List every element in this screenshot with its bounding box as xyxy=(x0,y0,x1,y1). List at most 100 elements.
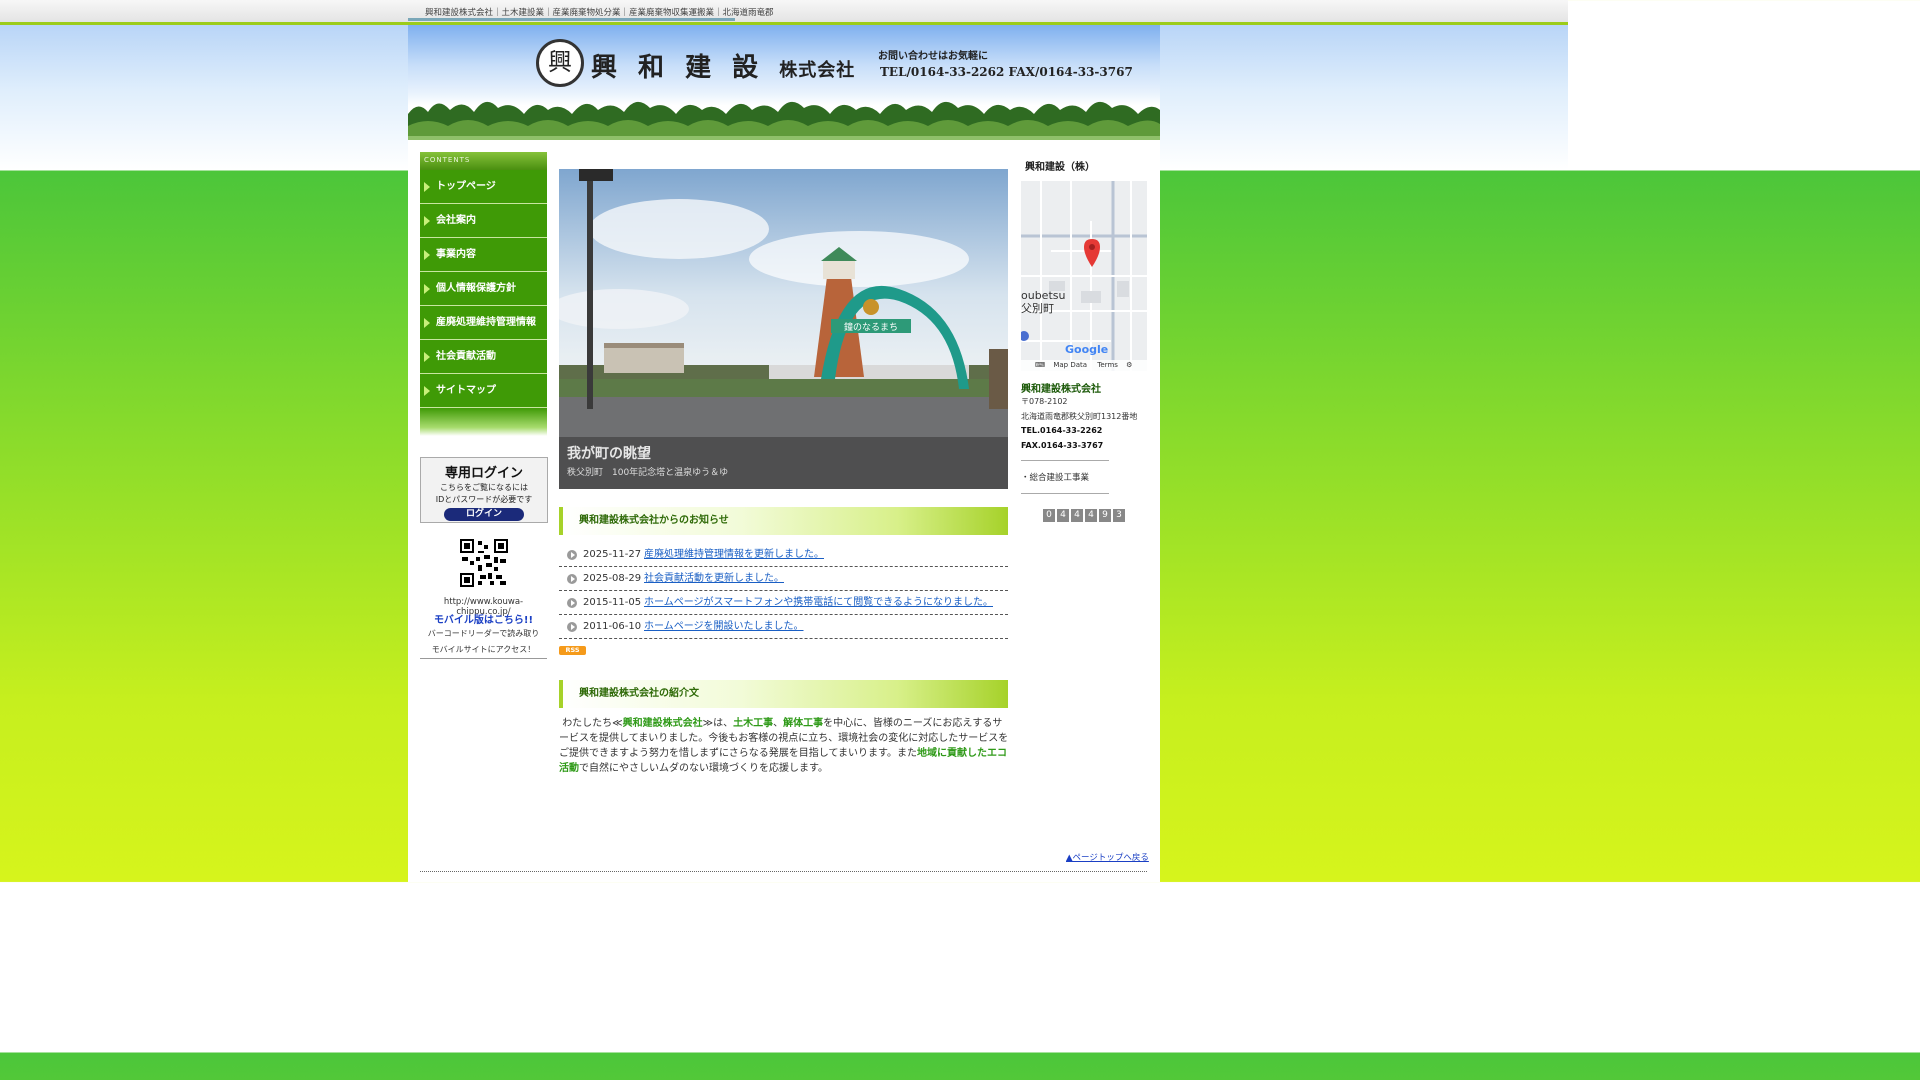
intro-company: 興和建設株式会社 xyxy=(622,718,703,729)
news-link[interactable]: 産廃処理維持管理情報を更新しました。 xyxy=(644,543,824,566)
arrow-right-icon xyxy=(424,182,430,192)
qr-code-icon xyxy=(460,539,508,587)
sidebar-fax: FAX.0164-33-3767 xyxy=(1021,441,1104,450)
nav-label: サイトマップ xyxy=(436,385,496,396)
news-link[interactable]: 社会貢献活動を更新しました。 xyxy=(644,567,784,590)
top-breadcrumb: 興和建設株式会社｜土木建設業｜産業廃棄物処分業｜産業廃棄物収集運搬業｜北海道雨竜… xyxy=(425,8,774,18)
news-date: 2025-11-27 xyxy=(583,549,642,560)
footer-divider xyxy=(420,871,1147,872)
map-place-label: oubetsu 父別町 xyxy=(1021,289,1065,315)
intro-service-civil: 土木工事 xyxy=(733,718,774,729)
nav-label: 個人情報保護方針 xyxy=(436,283,516,294)
map-terms-link[interactable]: Terms xyxy=(1097,361,1118,369)
company-name-suffix: 株式会社 xyxy=(779,60,856,81)
nav-item-business[interactable]: 事業内容 xyxy=(420,238,547,272)
rss-icon[interactable]: RSS xyxy=(559,646,586,655)
nav-label: 事業内容 xyxy=(436,249,476,260)
counter-digit: 0 xyxy=(1043,509,1055,522)
mobile-note-1: バーコードリーダーで読み取り xyxy=(427,629,540,638)
counter-digit: 4 xyxy=(1085,509,1097,522)
news-item: 2025-11-27 産廃処理維持管理情報を更新しました。 xyxy=(559,543,1008,567)
nav-label: 産廃処理維持管理情報 xyxy=(436,317,536,328)
map-attribution: ⌨ Map Data Terms ⚙ xyxy=(1021,360,1147,371)
news-link[interactable]: ホームページがスマートフォンや携帯電話にて閲覧できるようになりました。 xyxy=(644,591,993,614)
mobile-note-2: モバイルサイトにアクセス！ xyxy=(431,645,536,654)
nav-item-sitemap[interactable]: サイトマップ xyxy=(420,374,547,408)
news-item: 2011-06-10 ホームページを開設いたしました。 xyxy=(559,615,1008,639)
nav-item-social[interactable]: 社会貢献活動 xyxy=(420,340,547,374)
intro-part: わたしたち≪ xyxy=(562,718,623,729)
news-link[interactable]: ホームページを開設いたしました。 xyxy=(644,615,804,638)
arch-sign: 鐘のなるまち xyxy=(844,321,898,333)
intro-separator: 、 xyxy=(773,718,784,729)
sidebar-tel: TEL.0164-33-2262 xyxy=(1021,426,1103,435)
nav-heading: CONTENTS xyxy=(420,152,547,170)
nav-label: 社会貢献活動 xyxy=(436,351,496,362)
company-name-main: 興 和 建 設 xyxy=(591,53,765,83)
news-heading: 興和建設株式会社からのお知らせ xyxy=(559,507,1008,535)
news-date: 2015-11-05 xyxy=(583,597,642,608)
site-header: 興 興 和 建 設 株式会社 お問い合わせはお気軽に TEL/0164-33-2… xyxy=(408,25,1160,140)
news-list: 2025-11-27 産廃処理維持管理情報を更新しました。 2025-08-29… xyxy=(559,543,1008,639)
sidebar-company-name: 興和建設株式会社 xyxy=(1021,384,1101,395)
news-item: 2015-11-05 ホームページがスマートフォンや携帯電話にて閲覧できるように… xyxy=(559,591,1008,615)
page-body: CONTENTS トップページ 会社案内 事業内容 個人情報保護方針 産廃処理維… xyxy=(408,140,1160,882)
news-date: 2011-06-10 xyxy=(583,621,642,632)
nav-item-waste-info[interactable]: 産廃処理維持管理情報 xyxy=(420,306,547,340)
google-map[interactable]: oubetsu 父別町 Google ⌨ Map Data Terms ⚙ xyxy=(1021,181,1147,371)
contact-note: お問い合わせはお気軽に xyxy=(878,51,988,62)
nav-label: 会社案内 xyxy=(436,215,476,226)
nav-footer xyxy=(420,408,547,436)
page-top-link[interactable]: ▲ページトップへ戻る xyxy=(1066,851,1149,863)
keyboard-icon: ⌨ xyxy=(1035,361,1046,369)
top-bar: 興和建設株式会社｜土木建設業｜産業廃棄物処分業｜産業廃棄物収集運搬業｜北海道雨竜… xyxy=(0,0,1568,25)
arrow-right-icon xyxy=(424,250,430,260)
login-note-1: こちらをご覧になるには xyxy=(440,483,528,492)
nav-item-company[interactable]: 会社案内 xyxy=(420,204,547,238)
arrow-right-icon xyxy=(424,318,430,328)
intro-part: で自然にやさしいムダのない環境づくりを応援します。 xyxy=(579,763,828,774)
counter-digit: 4 xyxy=(1071,509,1083,522)
forest-illustration xyxy=(408,101,1160,140)
mobile-site-link[interactable]: モバイル版はこちら!! xyxy=(420,611,547,626)
contact-phone: TEL/0164-33-2262 FAX/0164-33-3767 xyxy=(880,65,1133,79)
news-date: 2025-08-29 xyxy=(583,573,642,584)
sidebar-service: ・総合建設工事業 xyxy=(1021,460,1109,494)
nav-item-top[interactable]: トップページ xyxy=(420,170,547,204)
top-bar-accent xyxy=(408,18,735,21)
play-circle-icon xyxy=(567,574,577,584)
login-button[interactable]: ログイン xyxy=(444,508,524,521)
arrow-right-icon xyxy=(424,216,430,226)
counter-digit: 4 xyxy=(1057,509,1069,522)
mobile-note: バーコードリーダーで読み取り モバイルサイトにアクセス！ xyxy=(420,626,547,659)
nav-item-privacy[interactable]: 個人情報保護方針 xyxy=(420,272,547,306)
sidebar-zip: 〒078-2102 xyxy=(1021,397,1068,406)
intro-heading: 興和建設株式会社の紹介文 xyxy=(559,680,1008,708)
intro-service-demolition: 解体工事 xyxy=(783,718,824,729)
sidebar-nav: CONTENTS トップページ 会社案内 事業内容 個人情報保護方針 産廃処理維… xyxy=(420,152,547,436)
hero-image: 鐘のなるまち 我が町の眺望 秩父別町 100年記念塔と温泉ゆう＆ゆ xyxy=(559,169,1008,489)
arrow-right-icon xyxy=(424,352,430,362)
nav-label: トップページ xyxy=(436,181,496,192)
login-banner[interactable]: 専用ログイン こちらをご覧になるには IDとパスワードが必要です ログイン xyxy=(420,457,548,523)
google-logo: Google xyxy=(1065,343,1109,356)
map-label-2: 父別町 xyxy=(1021,302,1054,315)
company-logo[interactable]: 興 xyxy=(536,39,584,87)
arrow-right-icon xyxy=(424,386,430,396)
hero-caption: 我が町の眺望 秩父別町 100年記念塔と温泉ゆう＆ゆ xyxy=(559,437,1008,489)
sidebar-title: 興和建設（株） xyxy=(1025,162,1095,173)
settings-icon[interactable]: ⚙ xyxy=(1126,361,1132,369)
news-item: 2025-08-29 社会貢献活動を更新しました。 xyxy=(559,567,1008,591)
counter-digit: 3 xyxy=(1113,509,1125,522)
intro-text: わたしたち≪興和建設株式会社≫は、土木工事、解体工事を中心に、皆様のニーズにお応… xyxy=(559,716,1010,776)
login-title: 専用ログイン xyxy=(444,466,523,481)
login-note-2: IDとパスワードが必要です xyxy=(435,495,533,504)
sidebar-address: 北海道雨竜郡秩父別町1312番地 xyxy=(1021,412,1138,421)
play-circle-icon xyxy=(567,550,577,560)
play-circle-icon xyxy=(567,622,577,632)
hero-title: 我が町の眺望 xyxy=(567,446,651,462)
map-data-link[interactable]: Map Data xyxy=(1053,361,1087,369)
counter-digit: 9 xyxy=(1099,509,1111,522)
intro-part: ≫は、 xyxy=(702,718,734,729)
arrow-right-icon xyxy=(424,284,430,294)
